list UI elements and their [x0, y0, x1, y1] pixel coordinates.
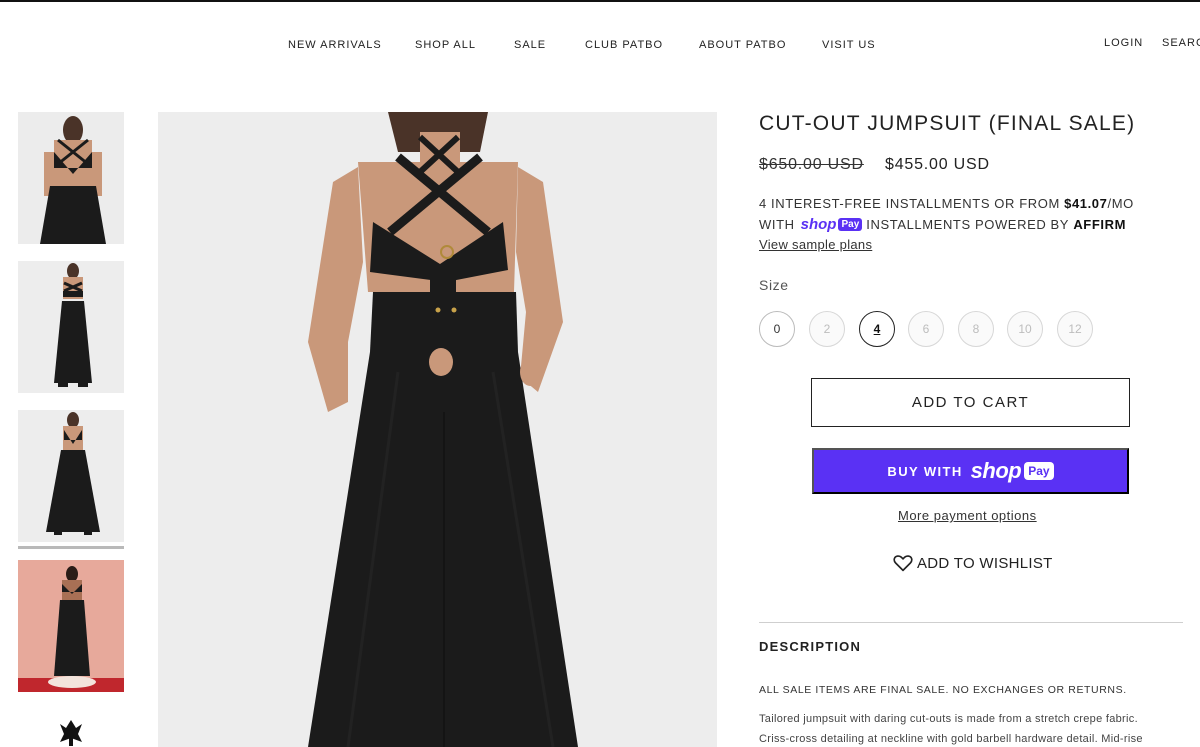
size-option-6[interactable]: 6	[908, 311, 944, 347]
add-to-wishlist-button[interactable]: ADD TO WISHLIST	[893, 554, 1053, 572]
thumbnail-active-indicator	[18, 546, 124, 549]
nav-shop-all[interactable]: SHOP ALL	[415, 39, 476, 51]
size-option-2[interactable]: 2	[809, 311, 845, 347]
installments-text-post: /MO	[1107, 196, 1134, 211]
shoppay-logo-icon: shop Pay	[801, 216, 863, 233]
size-option-8[interactable]: 8	[958, 311, 994, 347]
size-label: Size	[759, 277, 789, 293]
description-line-1: Tailored jumpsuit with daring cut-outs i…	[759, 713, 1138, 725]
view-sample-plans-link[interactable]: View sample plans	[759, 237, 872, 252]
installments-provider-line: WITH shop Pay INSTALLMENTS POWERED BY AFF…	[759, 216, 1126, 233]
product-thumbnail-1[interactable]	[18, 112, 124, 244]
product-thumbnail-4[interactable]	[18, 560, 124, 692]
product-thumbnail-3[interactable]	[18, 410, 124, 542]
top-border	[0, 0, 1200, 2]
main-product-image[interactable]	[158, 112, 717, 747]
nav-sale[interactable]: SALE	[514, 39, 546, 51]
affirm-label: AFFIRM	[1073, 217, 1127, 232]
installments-text: 4 INTEREST-FREE INSTALLMENTS OR FROM $41…	[759, 196, 1134, 211]
wishlist-label: ADD TO WISHLIST	[917, 554, 1053, 572]
original-price: $650.00 USD	[759, 156, 864, 173]
product-title: CUT-OUT JUMPSUIT (FINAL SALE)	[759, 112, 1136, 135]
section-divider	[759, 622, 1183, 623]
nav-about-patbo[interactable]: ABOUT PATBO	[699, 39, 786, 51]
shoppay-word: shop	[970, 458, 1022, 483]
login-link[interactable]: LOGIN	[1104, 37, 1143, 49]
size-option-0[interactable]: 0	[759, 311, 795, 347]
description-line-2: Criss-cross detailing at neckline with g…	[759, 733, 1143, 745]
installments-powered-by: INSTALLMENTS POWERED BY	[866, 217, 1070, 232]
nav-new-arrivals[interactable]: NEW ARRIVALS	[288, 39, 382, 51]
shoppay-pay-badge: Pay	[1024, 462, 1054, 480]
search-link[interactable]: SEARC	[1162, 37, 1200, 49]
shoppay-pay-badge: Pay	[838, 218, 863, 231]
heart-outline-icon	[893, 555, 913, 572]
add-to-cart-button[interactable]: ADD TO CART	[811, 378, 1130, 427]
buy-with-shoppay-button[interactable]: BUY WITH shop Pay	[812, 448, 1129, 494]
installments-text-pre: 4 INTEREST-FREE INSTALLMENTS OR FROM	[759, 196, 1065, 211]
nav-visit-us[interactable]: VISIT US	[822, 39, 876, 51]
size-option-12[interactable]: 12	[1057, 311, 1093, 347]
main-nav: NEW ARRIVALS SHOP ALL SALE CLUB PATBO AB…	[0, 39, 1200, 55]
description-heading[interactable]: DESCRIPTION	[759, 639, 861, 654]
size-option-10[interactable]: 10	[1007, 311, 1043, 347]
installments-with: WITH	[759, 217, 795, 232]
more-payment-options-link[interactable]: More payment options	[898, 508, 1037, 523]
size-option-4[interactable]: 4	[859, 311, 895, 347]
nav-club-patbo[interactable]: CLUB PATBO	[585, 39, 663, 51]
buy-with-label: BUY WITH	[887, 463, 963, 479]
final-sale-note: ALL SALE ITEMS ARE FINAL SALE. NO EXCHAN…	[759, 684, 1127, 696]
shoppay-word: shop	[800, 216, 837, 233]
sale-price: $455.00 USD	[885, 156, 990, 173]
patbo-logo-icon	[58, 718, 84, 746]
product-thumbnail-2[interactable]	[18, 261, 124, 393]
installment-amount: $41.07	[1064, 196, 1108, 211]
